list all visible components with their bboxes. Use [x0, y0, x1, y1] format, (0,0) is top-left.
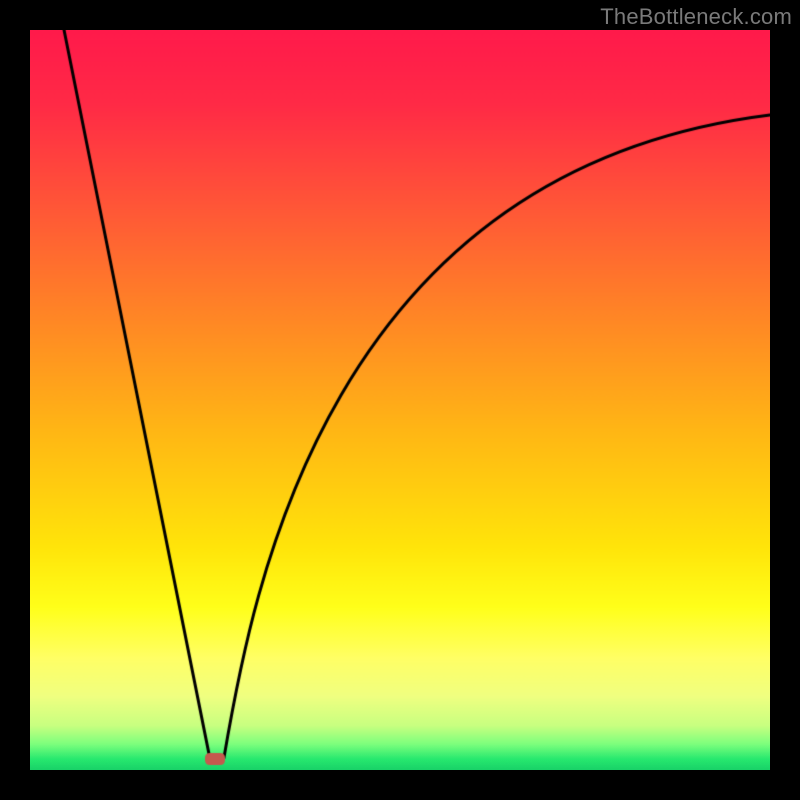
chart-frame: TheBottleneck.com — [0, 0, 800, 800]
plot-canvas — [30, 30, 770, 770]
watermark-text: TheBottleneck.com — [600, 4, 792, 30]
plot-area — [30, 30, 770, 770]
